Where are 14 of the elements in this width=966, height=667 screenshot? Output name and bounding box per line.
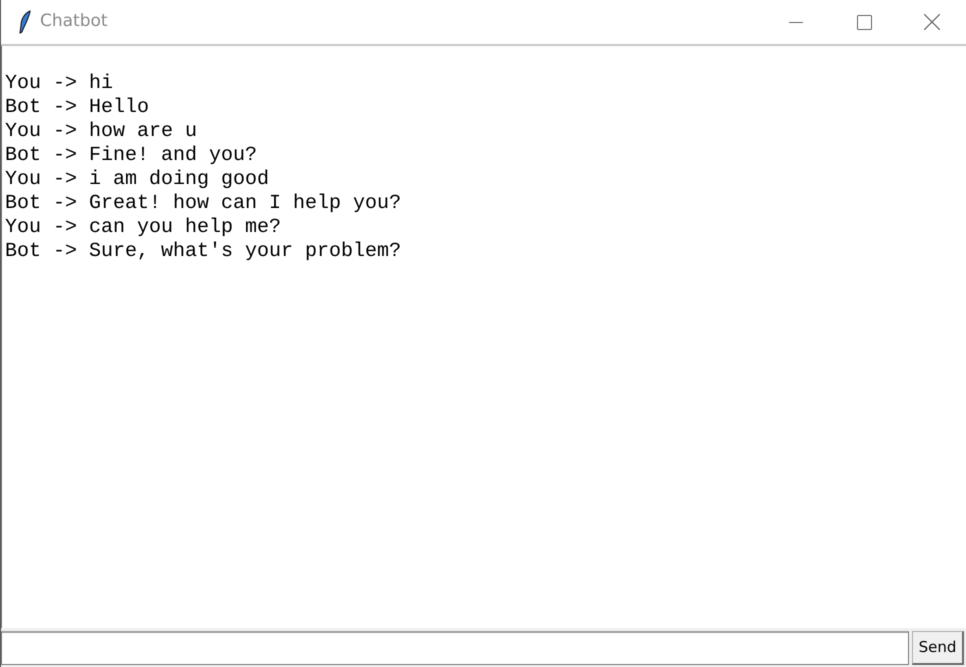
- window-title: Chatbot: [40, 10, 108, 34]
- chat-message: Bot -> Great! how can I help you?: [5, 192, 402, 216]
- chat-message: Bot -> Hello: [5, 96, 150, 120]
- send-button[interactable]: Send: [912, 631, 964, 665]
- chat-message: Bot -> Sure, what's your problem?: [5, 240, 402, 264]
- chat-message: You -> how are u: [5, 120, 198, 144]
- chat-message: You -> i am doing good: [5, 168, 270, 192]
- feather-icon: [18, 10, 32, 34]
- chat-message: Bot -> Fine! and you?: [5, 144, 258, 168]
- close-icon: [924, 14, 940, 30]
- chat-message: You -> can you help me?: [5, 216, 282, 240]
- maximize-icon: [856, 14, 872, 30]
- chat-message: You -> hi: [5, 72, 114, 96]
- message-input-field[interactable]: [1, 631, 909, 665]
